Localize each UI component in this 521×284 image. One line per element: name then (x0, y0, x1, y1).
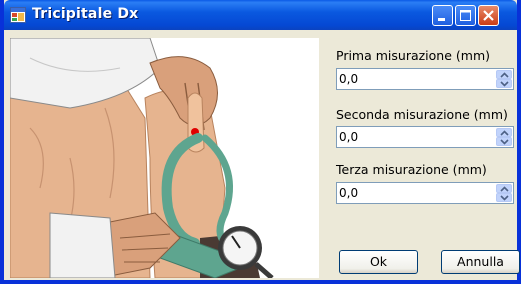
second-measurement-up-button[interactable] (496, 128, 512, 137)
close-icon (483, 10, 494, 21)
first-measurement-spinner[interactable] (336, 68, 514, 90)
chevron-down-icon (500, 139, 509, 145)
third-measurement-group: Terza misurazione (mm) (336, 162, 514, 177)
first-measurement-input[interactable] (339, 71, 489, 87)
first-measurement-label: Prima misurazione (mm) (336, 48, 490, 63)
third-measurement-down-button[interactable] (496, 193, 512, 202)
window-title: Tricipitale Dx (32, 6, 139, 22)
cancel-button[interactable]: Annulla (441, 250, 520, 274)
second-measurement-down-button[interactable] (496, 137, 512, 146)
first-measurement-up-button[interactable] (496, 70, 512, 79)
second-measurement-input[interactable] (339, 129, 489, 145)
first-measurement-down-button[interactable] (496, 79, 512, 88)
minimize-icon (438, 18, 445, 21)
triceps-measurement-illustration (10, 38, 319, 278)
chevron-down-icon (500, 195, 509, 201)
third-measurement-label: Terza misurazione (mm) (336, 162, 487, 177)
ok-button[interactable]: Ok (339, 250, 418, 274)
chevron-up-icon (500, 130, 509, 136)
minimize-button[interactable] (432, 5, 453, 26)
app-window-icon[interactable] (10, 7, 26, 23)
second-measurement-group: Seconda misurazione (mm) (336, 107, 514, 122)
chevron-up-icon (500, 186, 509, 192)
dialog-window: Tricipitale Dx Prima misurazione (mm) 0,… (0, 0, 521, 284)
second-measurement-label: Seconda misurazione (mm) (336, 107, 508, 122)
maximize-icon (460, 10, 471, 21)
third-measurement-input[interactable] (339, 185, 489, 201)
close-button[interactable] (478, 5, 499, 26)
first-measurement-group: Prima misurazione (mm) (336, 48, 514, 63)
chevron-down-icon (500, 81, 509, 87)
third-measurement-up-button[interactable] (496, 184, 512, 193)
second-measurement-spinner[interactable] (336, 126, 514, 148)
third-measurement-spinner[interactable] (336, 182, 514, 204)
title-bar[interactable]: Tricipitale Dx (4, 0, 517, 30)
maximize-button[interactable] (455, 5, 476, 26)
chevron-up-icon (500, 72, 509, 78)
